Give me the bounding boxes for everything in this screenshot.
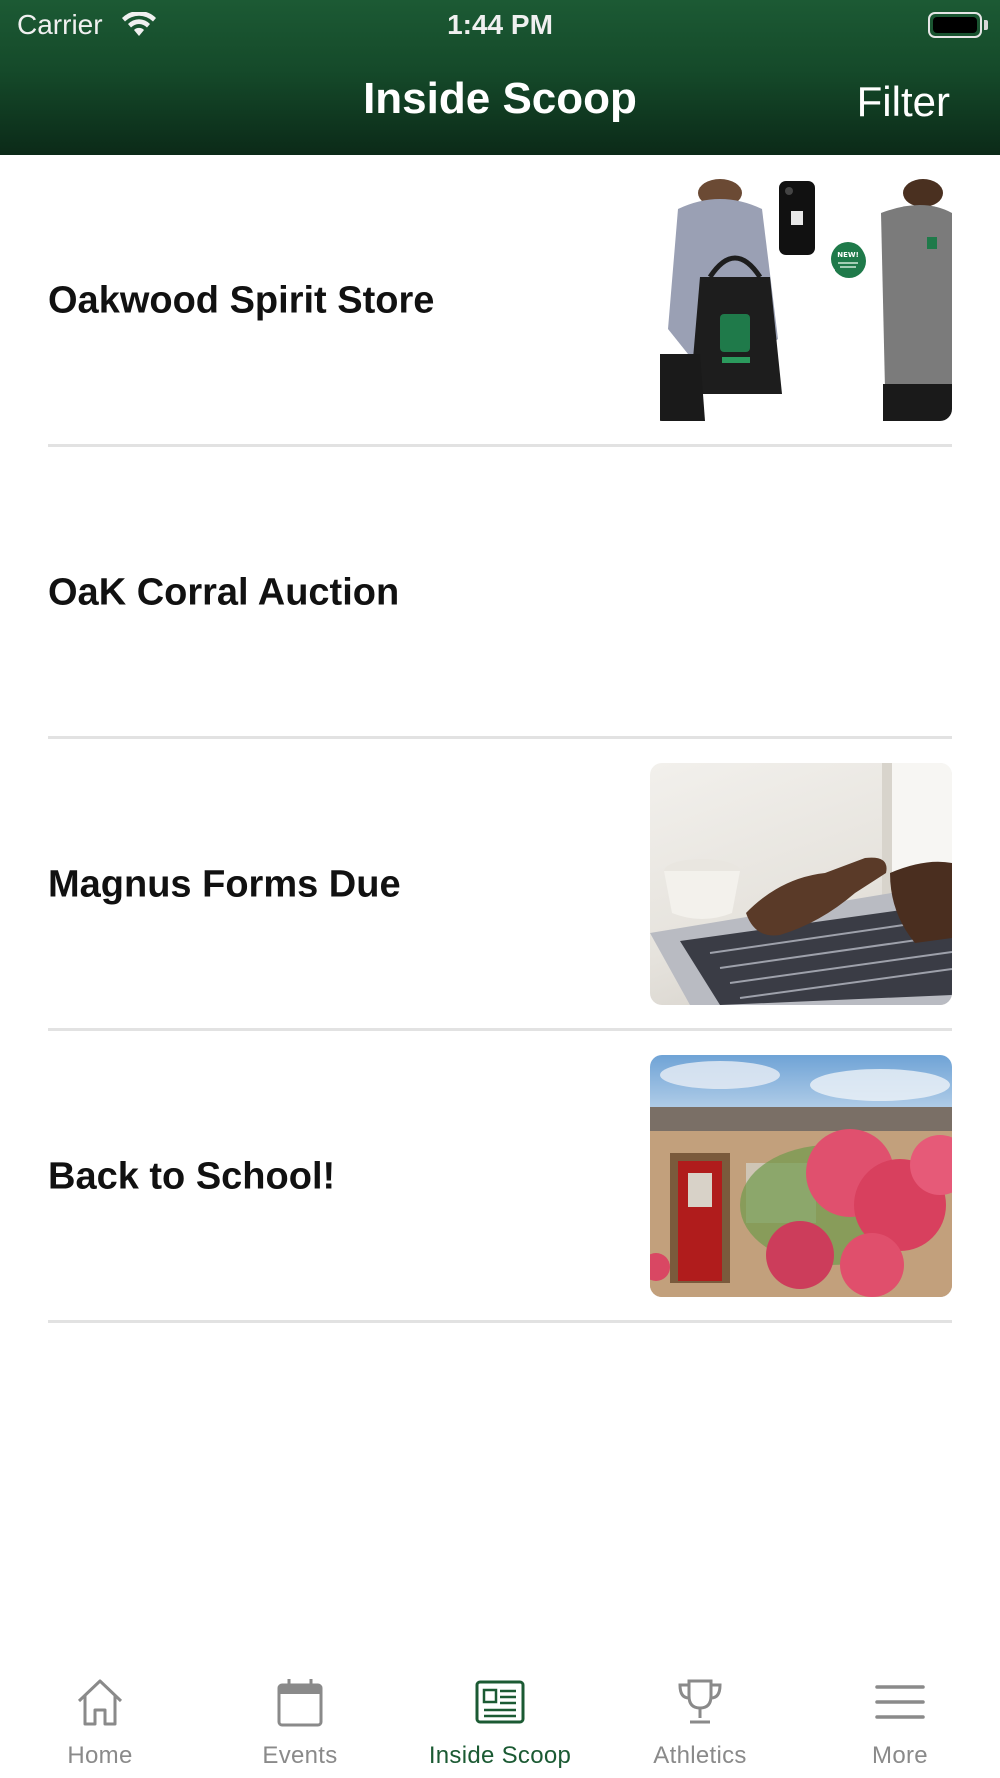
post-thumbnail [650, 1055, 952, 1297]
tab-home[interactable]: Home [0, 1660, 200, 1778]
battery-icon [928, 12, 988, 38]
tab-athletics[interactable]: Athletics [600, 1660, 800, 1778]
filter-button[interactable]: Filter [857, 78, 950, 126]
list-item[interactable]: OaK Corral Auction [0, 447, 1000, 739]
home-icon [77, 1679, 123, 1726]
svg-text:NEW!: NEW! [837, 251, 859, 259]
school-flowers-image [650, 1061, 952, 1297]
clock: 1:44 PM [447, 9, 553, 40]
tab-label: Athletics [653, 1742, 747, 1769]
calendar-icon [277, 1679, 323, 1727]
tab-events[interactable]: Events [200, 1660, 400, 1778]
list-item[interactable]: Back to School! [0, 1031, 1000, 1323]
tab-label: More [872, 1742, 928, 1769]
menu-icon [875, 1685, 925, 1719]
new-badge-image: NEW! [831, 242, 865, 276]
list-item[interactable]: Oakwood Spirit Store NEW! [0, 155, 1000, 447]
post-thumbnail [650, 763, 952, 1005]
post-thumbnail: NEW! [650, 179, 952, 421]
list-item[interactable]: Magnus Forms Due [0, 739, 1000, 1031]
newspaper-icon [475, 1680, 525, 1724]
tab-label: Events [262, 1742, 338, 1769]
post-title: Magnus Forms Due [48, 863, 401, 906]
status-bar: Carrier 1:44 PM [0, 0, 1000, 50]
tab-inside-scoop[interactable]: Inside Scoop [400, 1660, 600, 1778]
post-title: Oakwood Spirit Store [48, 279, 435, 322]
post-title: OaK Corral Auction [48, 571, 400, 614]
laptop-typing-image [650, 763, 952, 1005]
phone-case-image [779, 181, 815, 255]
merch-hoodie-image [835, 179, 952, 421]
tab-label: Inside Scoop [428, 1742, 572, 1769]
post-list: Oakwood Spirit Store NEW! OaK Corral Auc… [0, 155, 1000, 1323]
page-title: Inside Scoop [363, 74, 637, 123]
divider [48, 1320, 952, 1323]
tab-more[interactable]: More [800, 1660, 1000, 1778]
navigation-header: Carrier 1:44 PM Inside Scoop Filter [0, 0, 1000, 155]
post-title: Back to School! [48, 1155, 336, 1198]
tab-bar: Home Events Inside Scoop Athletics More [0, 1660, 1000, 1778]
tab-label: Home [67, 1742, 133, 1769]
trophy-icon [678, 1679, 722, 1724]
